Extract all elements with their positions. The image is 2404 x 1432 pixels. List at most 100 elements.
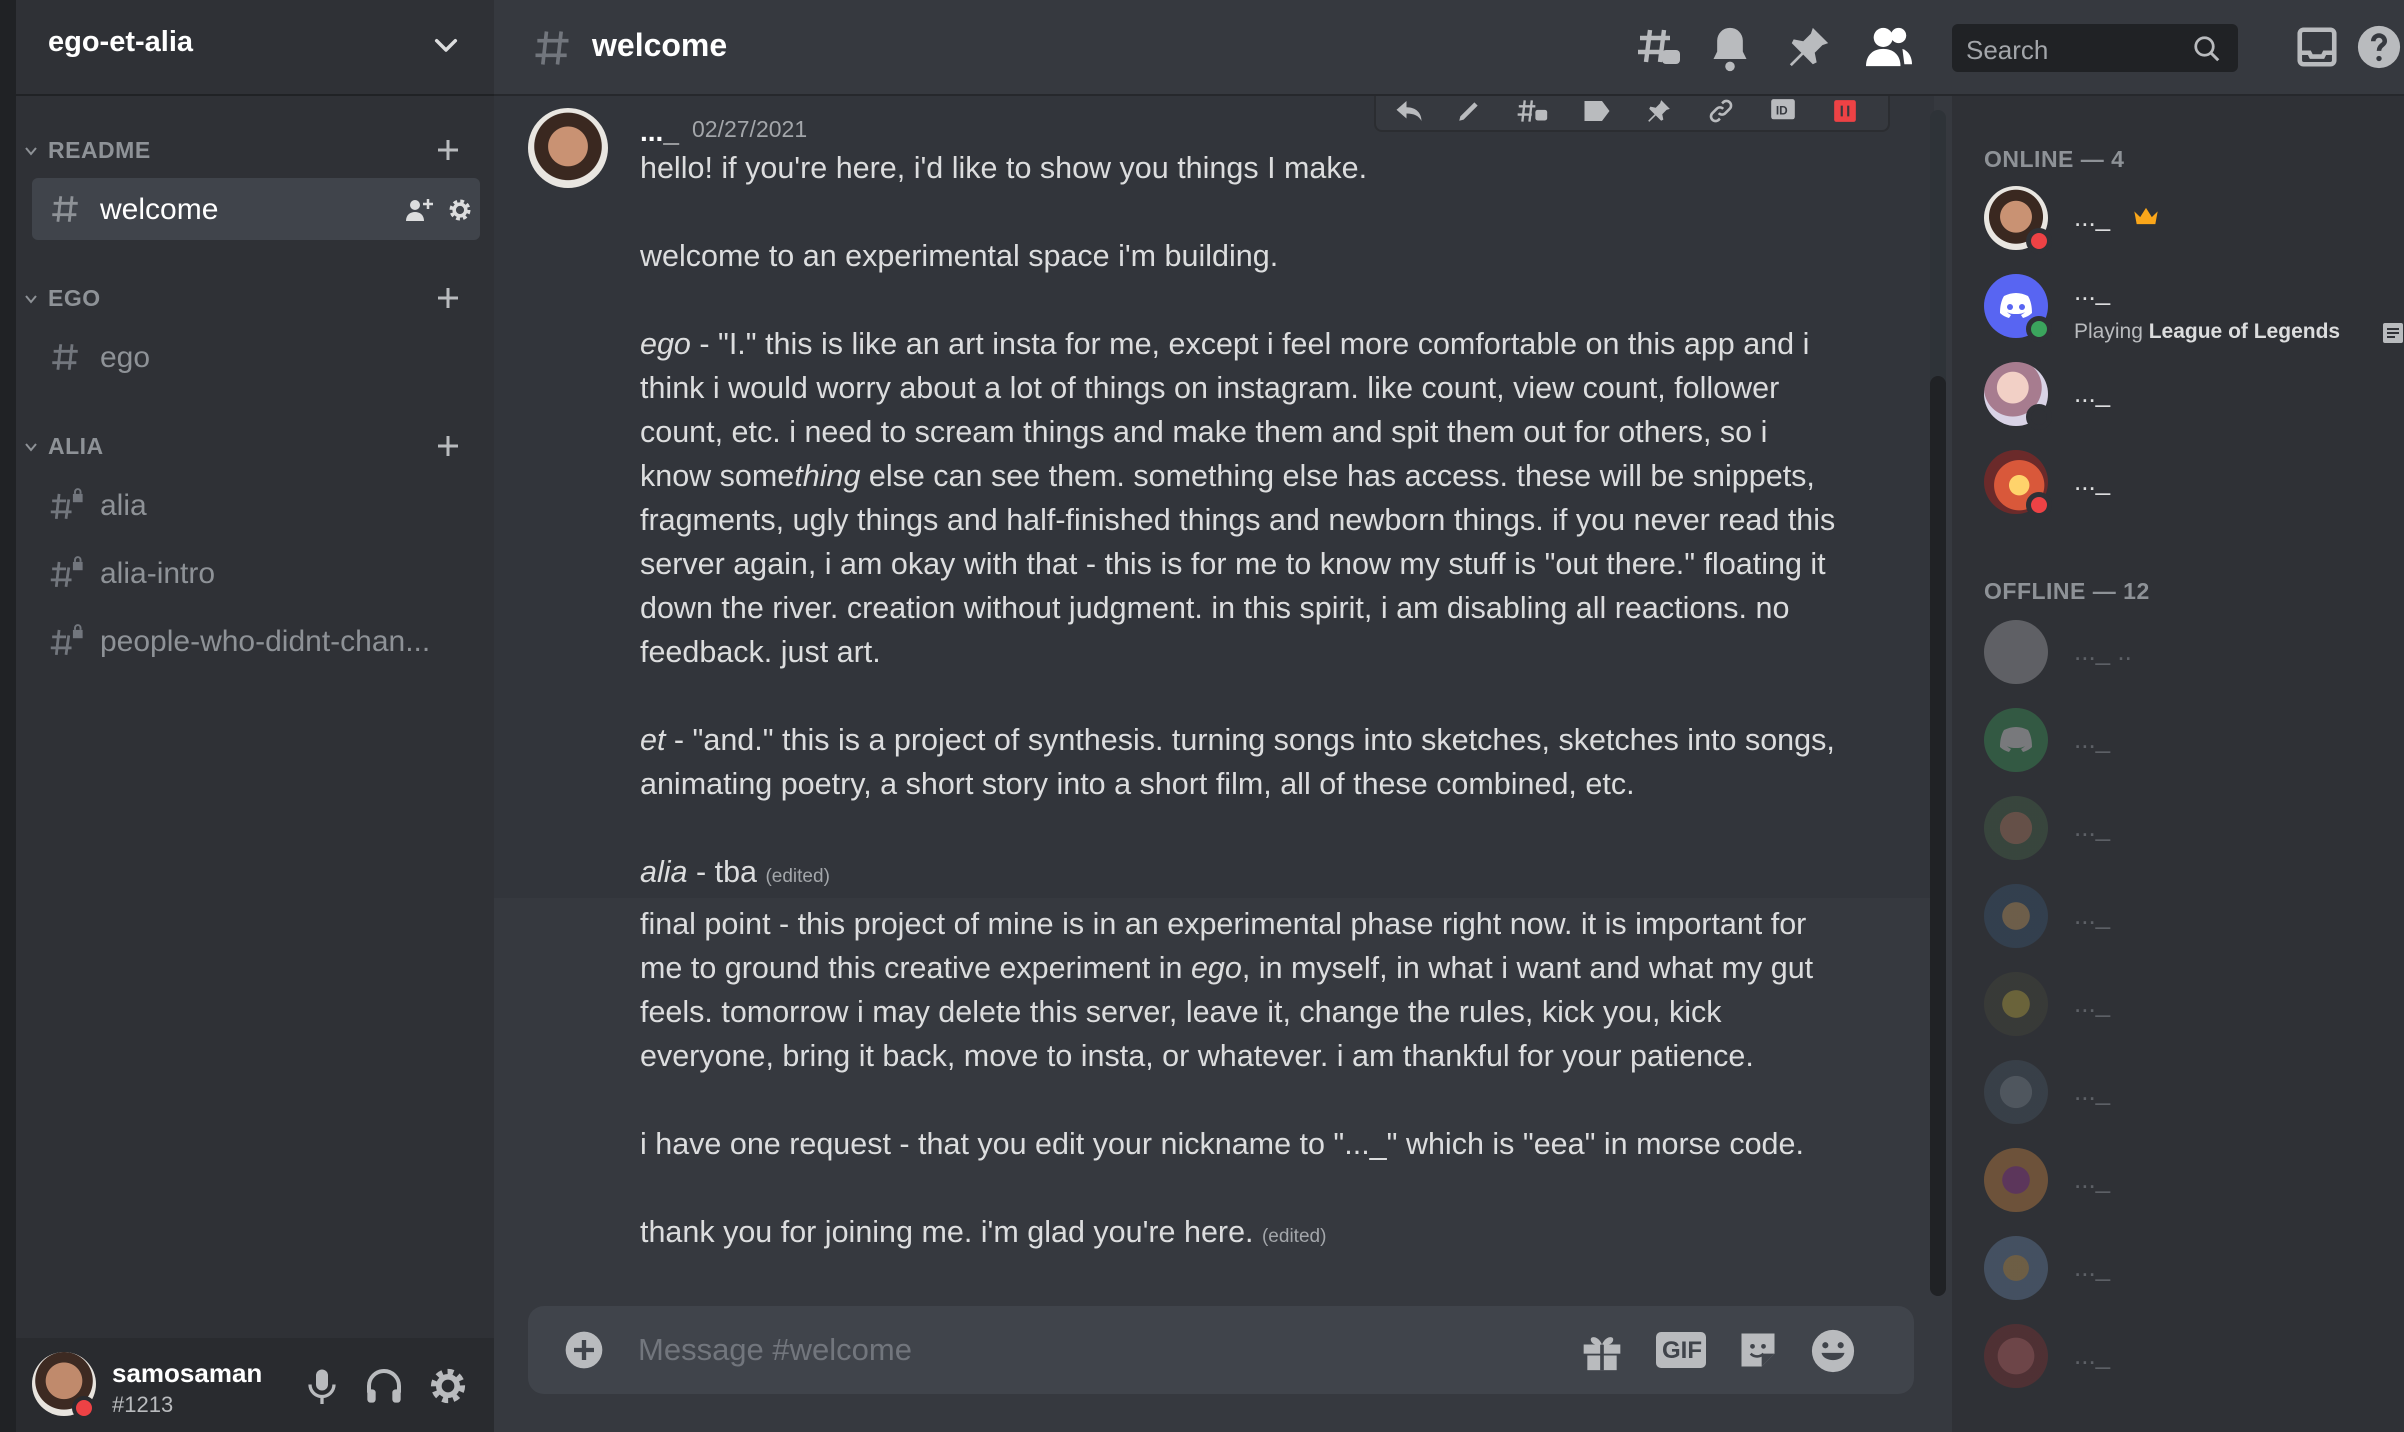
gear-icon[interactable]: [446, 196, 474, 224]
channel-sidebar: ego-et-alia README welcome EGO ego ALIA …: [16, 0, 494, 1432]
member-item[interactable]: ..._: [1984, 788, 2404, 868]
member-name: ..._: [2074, 1164, 2111, 1194]
member-item[interactable]: ..._: [1984, 700, 2404, 780]
hashtag-icon: [530, 26, 574, 70]
edited-marker: (edited): [1261, 1226, 1327, 1247]
member-item[interactable]: ..._: [1984, 354, 2404, 434]
category-label: ALIA: [48, 433, 104, 459]
user-settings-gear-icon[interactable]: [428, 1366, 468, 1406]
sticker-icon[interactable]: [1736, 1328, 1780, 1372]
message-line: final point - this project of mine is in…: [640, 907, 1807, 941]
avatar[interactable]: [528, 108, 608, 188]
text: know some: [640, 459, 795, 493]
message-author[interactable]: ..._: [640, 116, 679, 148]
headphones-icon[interactable]: [364, 1366, 404, 1406]
locked-hashtag-icon: [48, 488, 84, 522]
category-readme[interactable]: README: [16, 130, 494, 170]
threads-icon[interactable]: [1634, 24, 1682, 72]
member-item[interactable]: ..._: [1984, 1052, 2404, 1132]
member-name: ..._: [2074, 812, 2111, 842]
dnd-status-icon: [2026, 492, 2052, 518]
microphone-icon[interactable]: [304, 1366, 340, 1406]
chat-main: welcome Search ..._ 02/27/2021 ID hello!…: [494, 0, 2404, 1432]
member-list-icon[interactable]: [1864, 24, 1914, 70]
member-item[interactable]: ..._: [1984, 1228, 2404, 1308]
message-line: welcome to an experimental space i'm bui…: [640, 239, 1279, 273]
copy-id-icon[interactable]: ID: [1768, 98, 1798, 124]
italic-text: alia: [640, 855, 688, 889]
add-channel-icon[interactable]: [432, 282, 464, 314]
invite-icon[interactable]: [404, 196, 434, 224]
user-panel: samosaman #1213: [16, 1338, 494, 1432]
search-placeholder: Search: [1966, 35, 2049, 65]
help-icon[interactable]: [2356, 24, 2402, 70]
channel-name: alia-intro: [100, 557, 216, 590]
delete-icon[interactable]: [1832, 98, 1858, 124]
message-line: know something else can see them. someth…: [640, 459, 1815, 494]
reply-icon[interactable]: [1394, 98, 1424, 124]
pin-icon[interactable]: [1644, 98, 1674, 124]
search-icon: [2192, 34, 2222, 64]
channel-name: people-who-didnt-chan...: [100, 625, 431, 658]
text: me to ground this creative experiment in: [640, 951, 1191, 985]
scrollbar-thumb[interactable]: [1930, 376, 1946, 1296]
avatar: [1984, 620, 2048, 684]
message-composer[interactable]: Message #welcome GIF: [528, 1306, 1914, 1394]
message-line: i have one request - that you edit your …: [640, 1127, 1804, 1161]
add-channel-icon[interactable]: [432, 134, 464, 166]
hashtag-icon: [48, 340, 82, 374]
emoji-icon[interactable]: [1810, 1328, 1856, 1374]
message-line: server again, i am okay with that - this…: [640, 547, 1826, 581]
message-line: ego - "I." this is like an art insta for…: [640, 327, 1809, 362]
text: - tba: [687, 855, 766, 889]
channel-people-who-didnt-change[interactable]: people-who-didnt-chan...: [32, 610, 480, 672]
edit-icon[interactable]: [1456, 98, 1482, 124]
create-thread-icon[interactable]: [1516, 98, 1550, 124]
add-channel-icon[interactable]: [432, 430, 464, 462]
add-attachment-icon[interactable]: [564, 1330, 604, 1370]
copy-link-icon[interactable]: [1706, 98, 1736, 124]
category-ego[interactable]: EGO: [16, 278, 494, 318]
pin-icon[interactable]: [1786, 24, 1832, 70]
member-item[interactable]: ..._: [1984, 1316, 2404, 1396]
member-item[interactable]: ..._: [1984, 178, 2404, 258]
message-input-placeholder[interactable]: Message #welcome: [638, 1332, 912, 1368]
category-alia[interactable]: ALIA: [16, 426, 494, 466]
channel-name: alia: [100, 489, 147, 522]
channel-alia-intro[interactable]: alia-intro: [32, 542, 480, 604]
member-name: ..._: [2074, 900, 2111, 930]
username[interactable]: samosaman: [112, 1358, 262, 1389]
channel-title: welcome: [592, 27, 728, 63]
member-item[interactable]: ..._: [1984, 876, 2404, 956]
online-section-header: ONLINE — 4: [1984, 146, 2125, 172]
avatar: [1984, 972, 2048, 1036]
server-name[interactable]: ego-et-alia: [48, 26, 193, 59]
server-header[interactable]: ego-et-alia: [16, 0, 494, 96]
gift-icon[interactable]: [1580, 1328, 1624, 1372]
rich-presence-icon: [2382, 322, 2404, 344]
message-timestamp: 02/27/2021: [692, 116, 808, 142]
channel-welcome[interactable]: welcome: [32, 178, 480, 240]
member-item[interactable]: ..._ Playing League of Legends: [1984, 266, 2404, 346]
member-item[interactable]: ..._: [1984, 964, 2404, 1044]
dnd-status-icon: [72, 1396, 96, 1420]
message-line: fragments, ugly things and half-finished…: [640, 503, 1836, 537]
member-item[interactable]: ..._: [1984, 1140, 2404, 1220]
channel-alia[interactable]: alia: [32, 474, 480, 536]
category-label: README: [48, 137, 151, 163]
mark-unread-icon[interactable]: [1582, 98, 1612, 124]
dnd-status-icon: [2026, 228, 2052, 254]
message-line: count, etc. i need to scream things and …: [640, 415, 1768, 449]
search-input[interactable]: Search: [1952, 24, 2238, 72]
member-item[interactable]: ..._ ..: [1984, 612, 2404, 692]
chevron-down-icon[interactable]: [430, 30, 462, 62]
online-status-icon: [2026, 316, 2052, 342]
inbox-icon[interactable]: [2294, 24, 2340, 70]
member-name: ..._: [2074, 1076, 2111, 1106]
text: thank you for joining me. i'm glad you'r…: [640, 1215, 1262, 1249]
gif-button[interactable]: GIF: [1656, 1330, 1706, 1370]
member-item[interactable]: ..._: [1984, 442, 2404, 522]
bell-icon[interactable]: [1708, 24, 1752, 72]
avatar: [1984, 1060, 2048, 1124]
channel-ego[interactable]: ego: [32, 326, 480, 388]
